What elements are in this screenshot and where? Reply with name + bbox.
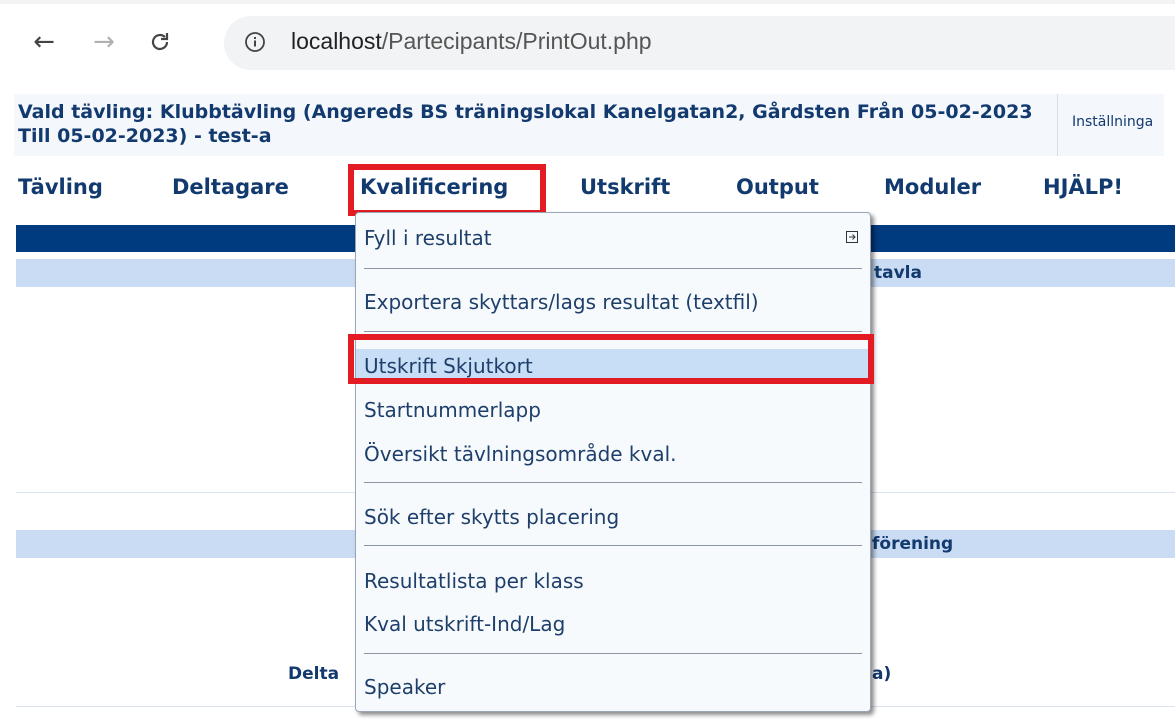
competition-header: Vald tävling: Klubbtävling (Angereds BS … [14,94,1164,156]
forward-arrow-icon[interactable]: → [84,22,124,62]
menu-utskrift[interactable]: Utskrift [580,172,670,202]
kvalificering-dropdown: Fyll i resultat Exportera skyttars/lags … [355,212,871,712]
menu-moduler[interactable]: Moduler [884,172,981,202]
dropdown-item-resultatlista[interactable]: Resultatlista per klass [356,564,870,598]
dropdown-item-label: Speaker [364,675,446,699]
row-label-left: Delta [288,664,340,684]
dropdown-item-label: Kval utskrift-Ind/Lag [364,612,566,636]
annotation-box-item [348,334,874,384]
annotation-box-menu [348,164,546,216]
dropdown-item-label: Fyll i resultat [364,226,492,250]
main-menu: Tävling Deltagare Kvalificering Utskrift… [0,168,1175,208]
dropdown-item-fyll-i-resultat[interactable]: Fyll i resultat [356,221,870,255]
menu-deltagare[interactable]: Deltagare [172,172,289,202]
tab-strip [0,0,1175,4]
back-arrow-icon[interactable]: ← [24,22,64,62]
info-icon[interactable] [244,31,266,53]
dropdown-separator [364,331,862,332]
url-host: localhost [291,28,382,54]
dropdown-separator [364,653,862,654]
settings-cell[interactable]: Inställninga [1057,94,1168,156]
dropdown-item-speaker[interactable]: Speaker [356,670,870,704]
section-header-1-text: tavla [874,263,922,283]
dropdown-item-exportera[interactable]: Exportera skyttars/lags resultat (textfi… [356,285,870,319]
row-label-right: a) [872,664,892,684]
dropdown-item-sok-placering[interactable]: Sök efter skytts placering [356,500,870,534]
dropdown-item-startnummerlapp[interactable]: Startnummerlapp [356,393,870,427]
address-bar[interactable]: localhost/Partecipants/PrintOut.php [224,16,1175,70]
dropdown-item-kval-utskrift[interactable]: Kval utskrift-Ind/Lag [356,607,870,641]
dropdown-item-label: Resultatlista per klass [364,569,584,593]
menu-hjalp[interactable]: HJÄLP! [1043,172,1123,202]
dropdown-item-label: Exportera skyttars/lags resultat (textfi… [364,290,759,314]
dropdown-separator [364,482,862,483]
dropdown-item-label: Sök efter skytts placering [364,505,620,529]
submenu-arrow-icon [846,231,858,243]
menu-output[interactable]: Output [736,172,819,202]
url-path: /Partecipants/PrintOut.php [381,28,652,54]
menu-tavling[interactable]: Tävling [18,172,103,202]
page-title: Vald tävling: Klubbtävling (Angereds BS … [18,101,1033,147]
browser-toolbar: ← → localhost/Partecipants/PrintOut.php [0,0,1175,84]
dropdown-separator [364,268,862,269]
reload-svg [151,33,169,51]
url-text[interactable]: localhost/Partecipants/PrintOut.php [291,28,652,55]
dropdown-item-label: Översikt tävlningsområde kval. [364,442,677,466]
dropdown-separator [364,545,862,546]
section-header-2-text: förening [872,534,954,554]
dropdown-item-oversikt[interactable]: Översikt tävlningsområde kval. [356,437,870,471]
reload-icon[interactable] [140,22,180,62]
settings-link[interactable]: Inställninga [1072,114,1153,130]
dropdown-item-label: Startnummerlapp [364,398,541,422]
